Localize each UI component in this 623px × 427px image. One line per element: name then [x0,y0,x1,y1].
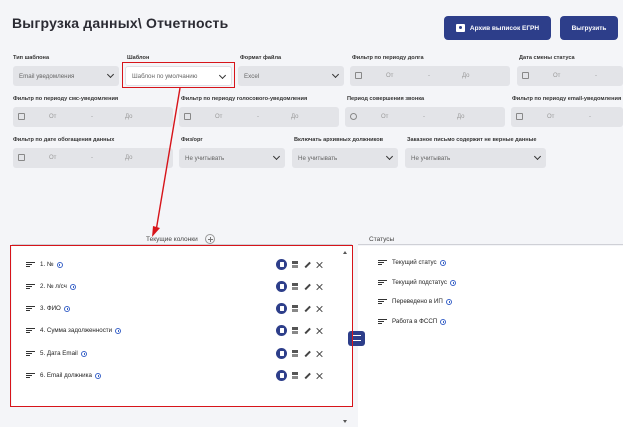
page: Выгрузка данных\ Отчетность Архив выписо… [0,0,623,427]
annotation-arrow [152,87,181,237]
